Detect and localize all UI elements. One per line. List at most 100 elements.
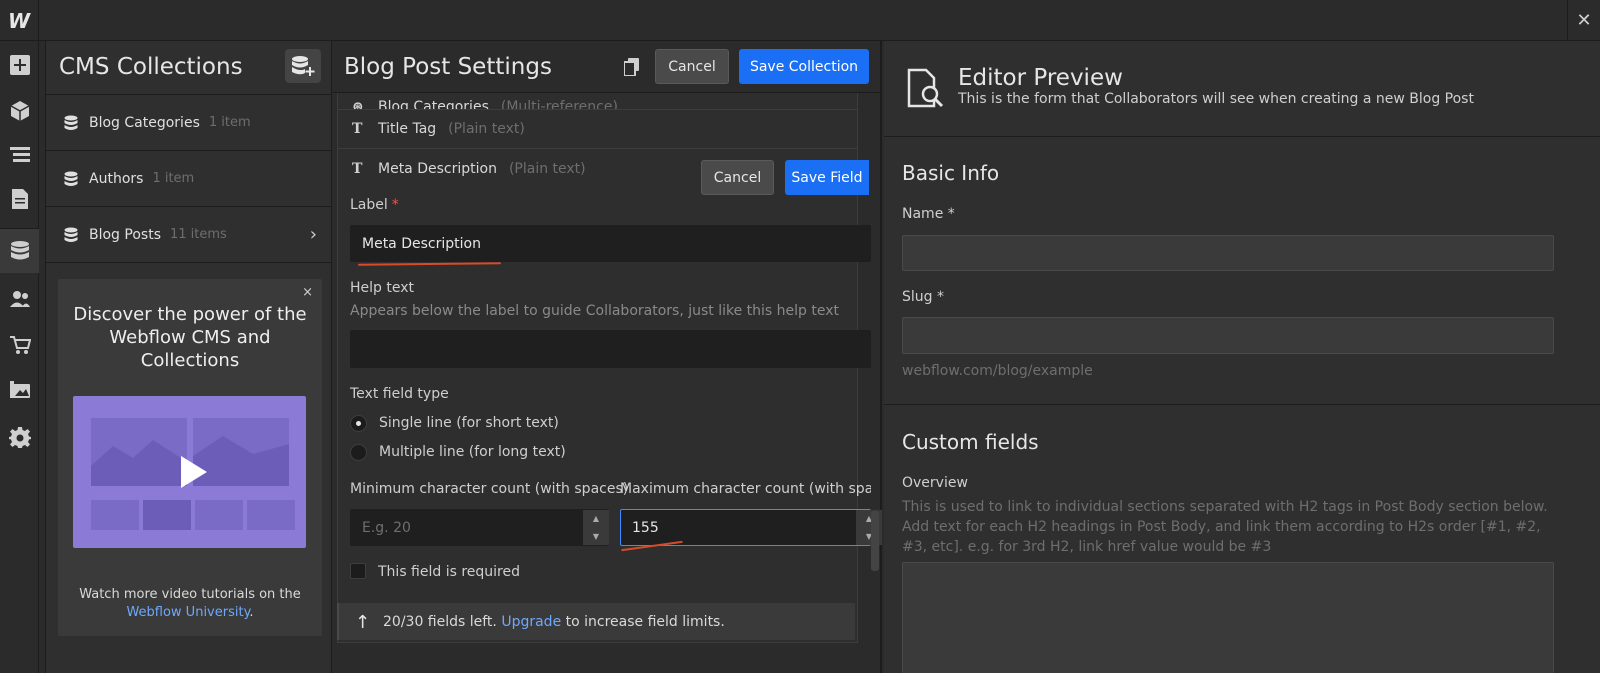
preview-subtitle: This is the form that Collaborators will… — [958, 91, 1474, 107]
field-name: Meta Description — [378, 160, 497, 177]
fields-list: ⊛ Blog Categories (Multi-reference) T Ti… — [337, 93, 882, 643]
collection-count: 1 item — [152, 171, 195, 186]
plain-text-icon: T — [352, 121, 363, 137]
slug-input[interactable] — [902, 317, 1554, 354]
min-count-label: Minimum character count (with spaces) — [350, 481, 629, 497]
single-line-label: Single line (for short text) — [379, 415, 559, 431]
add-collection-button[interactable] — [285, 49, 321, 83]
cms-collections-panel: CMS Collections Blog Categories 1 item A… — [45, 41, 332, 673]
stepper-up-icon[interactable]: ▲ — [583, 510, 609, 528]
left-toolbar — [0, 41, 39, 673]
close-icon[interactable]: ✕ — [1567, 0, 1600, 41]
promo-text-suffix: . — [249, 605, 254, 620]
basic-info-title: Basic Info — [902, 161, 1000, 185]
max-count-label: Maximum character count (with spaces) — [620, 481, 871, 497]
field-type: (Multi-reference) — [500, 99, 618, 110]
multiple-line-label: Multiple line (for long text) — [379, 444, 566, 460]
required-marker: * — [391, 197, 399, 213]
preview-search-document-icon — [907, 68, 944, 108]
promo-text-prefix: Watch more video tutorials on the — [79, 587, 301, 602]
field-type: (Plain text) — [508, 160, 586, 177]
collection-settings-panel: Blog Post Settings Cancel Save Collectio… — [333, 41, 882, 673]
multi-reference-icon: ⊛ — [352, 99, 364, 110]
slug-label: Slug * — [902, 289, 944, 305]
assets-images-icon[interactable] — [0, 369, 39, 413]
name-label: Name * — [902, 206, 955, 222]
database-icon — [64, 227, 78, 242]
settings-title: Blog Post Settings — [344, 54, 552, 80]
add-database-icon — [292, 56, 315, 76]
label-input[interactable]: Meta Description — [350, 225, 871, 262]
min-count-input[interactable]: E.g. 20 — [350, 509, 609, 546]
scrollbar[interactable] — [871, 511, 879, 571]
multiple-line-radio[interactable] — [350, 444, 367, 461]
preview-header: Editor Preview This is the form that Col… — [884, 41, 1600, 137]
save-collection-button[interactable]: Save Collection — [739, 49, 869, 84]
field-name: Blog Categories — [378, 99, 489, 110]
collection-item-authors[interactable]: Authors 1 item — [46, 151, 331, 207]
help-text-description: Appears below the label to guide Collabo… — [350, 303, 840, 319]
add-panel-icon[interactable] — [0, 43, 39, 87]
name-input[interactable] — [902, 235, 1554, 271]
collection-name: Blog Categories — [89, 114, 200, 131]
plain-text-icon: T — [352, 160, 363, 177]
ecommerce-cart-icon[interactable] — [0, 323, 39, 367]
database-icon — [64, 115, 78, 130]
overview-help-text: This is used to link to individual secti… — [902, 499, 1548, 555]
promo-text: Watch more video tutorials on the Webflo… — [68, 586, 312, 622]
symbols-cube-icon[interactable] — [0, 89, 39, 133]
basic-info-section: Basic Info Name * Slug * webflow.com/blo… — [884, 137, 1600, 405]
collection-item-blog-categories[interactable]: Blog Categories 1 item — [46, 95, 331, 151]
field-cancel-button[interactable]: Cancel — [701, 160, 774, 195]
collection-count: 11 items — [169, 227, 227, 242]
overview-textarea[interactable] — [902, 562, 1554, 673]
min-count-stepper[interactable]: ▲ ▼ — [583, 510, 609, 545]
field-type: (Plain text) — [448, 121, 525, 137]
top-bar: W ✕ — [0, 0, 1600, 41]
label-field-label: Label * — [350, 197, 399, 213]
editor-preview-panel: Editor Preview This is the form that Col… — [884, 41, 1600, 673]
field-row-title-tag[interactable]: T Title Tag (Plain text) — [338, 110, 857, 149]
help-text-input[interactable] — [350, 330, 871, 368]
field-row-meta-description[interactable]: T Meta Description (Plain text) — [338, 149, 857, 188]
pages-icon[interactable] — [0, 177, 39, 221]
save-field-button[interactable]: Save Field — [785, 160, 869, 195]
cancel-button[interactable]: Cancel — [655, 49, 729, 84]
label-text: Label — [350, 197, 388, 213]
overview-label: Overview — [902, 475, 968, 491]
webflow-logo-icon[interactable]: W — [0, 0, 39, 41]
help-text-label: Help text — [350, 280, 414, 296]
annotation-underline — [357, 262, 502, 266]
webflow-university-link[interactable]: Webflow University — [126, 605, 249, 620]
promo-video-thumbnail[interactable] — [73, 396, 306, 548]
required-checkbox-label: This field is required — [378, 564, 521, 580]
cms-database-icon[interactable] — [0, 229, 39, 273]
cms-header: CMS Collections — [46, 41, 331, 95]
field-row-blog-categories[interactable]: ⊛ Blog Categories (Multi-reference) — [338, 93, 857, 110]
stepper-down-icon[interactable]: ▼ — [583, 528, 609, 546]
single-line-radio[interactable] — [350, 415, 367, 432]
max-count-input[interactable]: 155 — [620, 509, 871, 546]
navigator-icon[interactable] — [0, 133, 39, 177]
collection-name: Authors — [89, 170, 144, 187]
collection-item-blog-posts[interactable]: Blog Posts 11 items › — [46, 207, 331, 263]
required-checkbox[interactable] — [350, 563, 366, 579]
field-limits-bar: ↑ 20/30 fields left. Upgrade to increase… — [337, 603, 855, 640]
custom-fields-title: Custom fields — [902, 430, 1039, 454]
settings-header: Blog Post Settings Cancel Save Collectio… — [333, 41, 880, 93]
cms-title: CMS Collections — [59, 54, 243, 80]
database-icon — [64, 171, 78, 186]
duplicate-icon[interactable] — [624, 58, 640, 76]
field-name: Title Tag — [378, 121, 437, 137]
text-field-type-label: Text field type — [350, 386, 449, 402]
custom-fields-section: Custom fields Overview This is used to l… — [884, 406, 1600, 673]
chevron-right-icon: › — [309, 224, 317, 245]
preview-title: Editor Preview — [958, 65, 1123, 91]
settings-gear-icon[interactable] — [0, 415, 39, 459]
upgrade-link[interactable]: Upgrade — [501, 614, 561, 630]
limits-suffix: to increase field limits. — [565, 613, 725, 630]
promo-close-icon[interactable]: × — [302, 285, 313, 300]
users-icon[interactable] — [0, 277, 39, 321]
collection-name: Blog Posts — [89, 226, 161, 243]
slug-hint: webflow.com/blog/example — [902, 363, 1093, 379]
